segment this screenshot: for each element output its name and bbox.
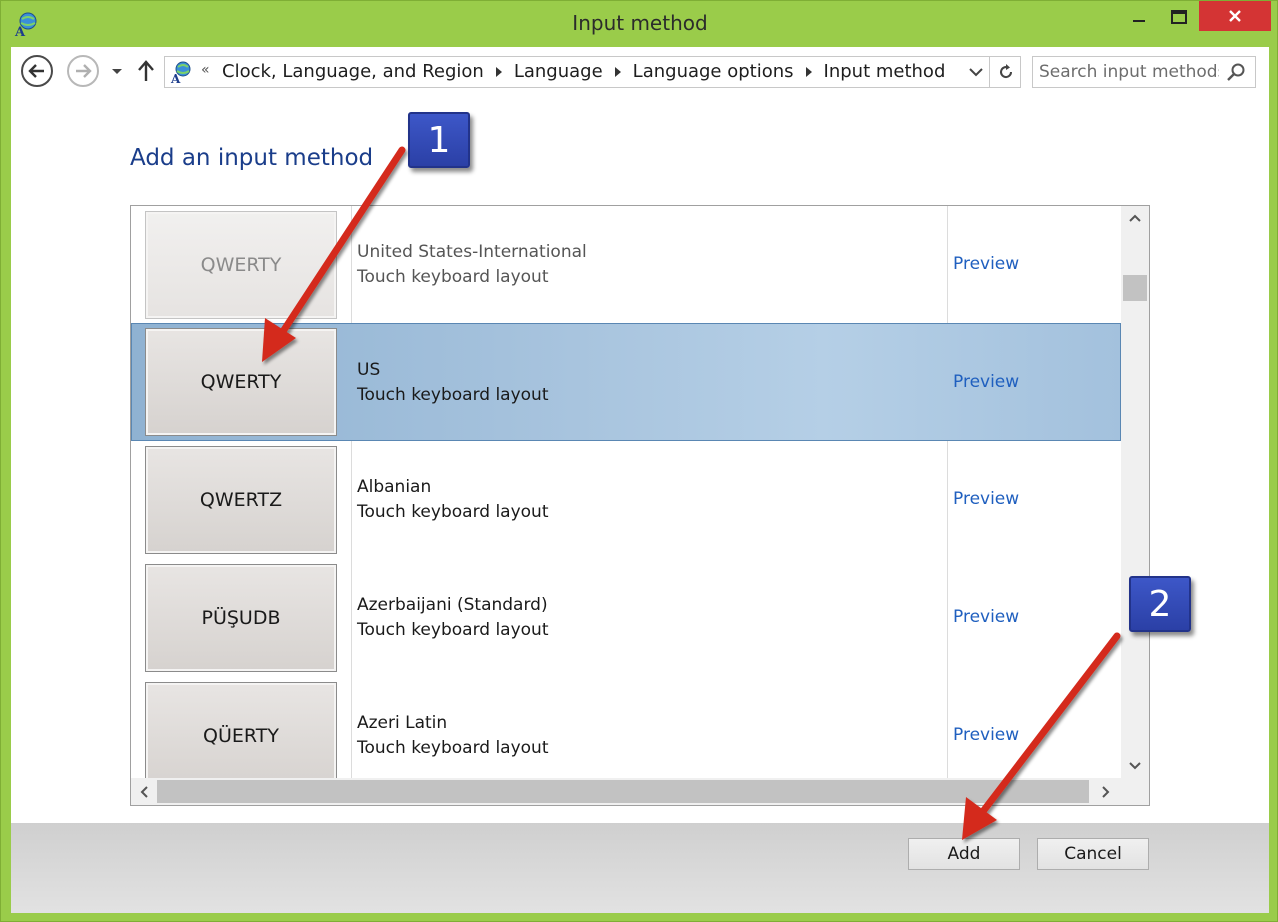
scroll-right-button[interactable] bbox=[1093, 778, 1119, 805]
scroll-left-button[interactable] bbox=[131, 778, 157, 805]
breadcrumb-overflow-icon[interactable]: « bbox=[201, 62, 210, 78]
client-area: A « Clock, Language, and Region Language… bbox=[11, 47, 1269, 913]
list-item-name: United States-International bbox=[357, 242, 587, 262]
step-badge: 2 bbox=[1129, 576, 1191, 632]
step-badge: 1 bbox=[408, 112, 470, 168]
keyboard-layout-thumbnail: PÜŞUDB bbox=[145, 564, 337, 672]
list-item[interactable]: QWERTZ Albanian Touch keyboard layout Pr… bbox=[131, 441, 1121, 559]
minimize-button[interactable] bbox=[1121, 1, 1157, 33]
breadcrumb-item[interactable]: Input method bbox=[824, 61, 946, 82]
search-input[interactable] bbox=[1039, 61, 1219, 83]
address-bar[interactable]: A « Clock, Language, and Region Language… bbox=[164, 56, 1021, 88]
dialog-footer: Add Cancel bbox=[11, 823, 1269, 913]
cancel-button[interactable]: Cancel bbox=[1037, 838, 1149, 870]
list-viewport: QWERTY United States-International Touch… bbox=[131, 206, 1121, 778]
add-button[interactable]: Add bbox=[908, 838, 1020, 870]
maximize-icon bbox=[1171, 10, 1187, 24]
list-item-name: Azeri Latin bbox=[357, 713, 448, 733]
horizontal-scrollbar[interactable] bbox=[131, 778, 1149, 805]
keyboard-layout-thumbnail: QWERTY bbox=[145, 211, 337, 319]
language-globe-icon: A bbox=[170, 61, 191, 84]
keyboard-layout-thumbnail: QWERTZ bbox=[145, 446, 337, 554]
close-button[interactable] bbox=[1199, 1, 1271, 31]
refresh-icon bbox=[999, 64, 1012, 79]
keyboard-layout-thumbnail: QWERTY bbox=[145, 328, 337, 436]
minimize-icon bbox=[1133, 20, 1145, 22]
breadcrumb: Clock, Language, and Region Language Lan… bbox=[222, 61, 945, 82]
preview-link[interactable]: Preview bbox=[953, 725, 1019, 745]
vertical-scrollbar[interactable] bbox=[1121, 206, 1149, 778]
search-icon[interactable] bbox=[1225, 62, 1247, 84]
preview-link[interactable]: Preview bbox=[953, 607, 1019, 627]
chevron-right-icon bbox=[1102, 785, 1110, 798]
list-item[interactable]: QWERTY United States-International Touch… bbox=[131, 206, 1121, 324]
maximize-button[interactable] bbox=[1161, 1, 1197, 33]
list-item-name: Azerbaijani (Standard) bbox=[357, 595, 548, 615]
chevron-left-icon bbox=[140, 785, 148, 798]
navigation-bar: A « Clock, Language, and Region Language… bbox=[11, 47, 1269, 95]
input-method-list: QWERTY United States-International Touch… bbox=[130, 205, 1150, 806]
keyboard-layout-thumbnail: QÜERTY bbox=[145, 682, 337, 778]
scroll-down-button[interactable] bbox=[1121, 754, 1149, 778]
list-item-subtitle: Touch keyboard layout bbox=[357, 738, 549, 758]
page-title: Add an input method bbox=[130, 145, 374, 171]
breadcrumb-item[interactable]: Language bbox=[514, 61, 603, 82]
recent-locations-dropdown-icon[interactable] bbox=[109, 61, 125, 81]
scroll-thumb[interactable] bbox=[157, 780, 1089, 803]
chevron-up-icon bbox=[1129, 214, 1141, 222]
list-item[interactable]: PÜŞUDB Azerbaijani (Standard) Touch keyb… bbox=[131, 559, 1121, 677]
list-item-selected[interactable]: QWERTY US Touch keyboard layout Preview bbox=[131, 323, 1121, 441]
window-frame: A Input method A « Clock, Language, and … bbox=[0, 0, 1278, 922]
forward-button[interactable] bbox=[67, 55, 99, 87]
list-item-subtitle: Touch keyboard layout bbox=[357, 502, 549, 522]
breadcrumb-item[interactable]: Language options bbox=[633, 61, 794, 82]
scroll-up-button[interactable] bbox=[1121, 206, 1149, 230]
svg-text:A: A bbox=[170, 72, 181, 84]
back-arrow-icon bbox=[28, 64, 44, 78]
refresh-button[interactable] bbox=[989, 57, 1021, 87]
breadcrumb-item[interactable]: Clock, Language, and Region bbox=[222, 61, 484, 82]
title-bar[interactable]: A Input method bbox=[1, 1, 1278, 47]
list-item[interactable]: QÜERTY Azeri Latin Touch keyboard layout… bbox=[131, 677, 1121, 778]
back-button[interactable] bbox=[21, 55, 53, 87]
preview-link[interactable]: Preview bbox=[953, 489, 1019, 509]
chevron-down-icon bbox=[1129, 762, 1141, 770]
chevron-down-icon[interactable] bbox=[965, 61, 987, 83]
list-item-name: Albanian bbox=[357, 477, 432, 497]
search-box[interactable] bbox=[1032, 56, 1256, 88]
window-title: Input method bbox=[572, 11, 708, 35]
forward-arrow-icon bbox=[76, 64, 92, 78]
breadcrumb-separator-icon[interactable] bbox=[495, 66, 502, 77]
list-item-subtitle: Touch keyboard layout bbox=[357, 620, 549, 640]
breadcrumb-separator-icon[interactable] bbox=[805, 66, 812, 77]
preview-link[interactable]: Preview bbox=[953, 254, 1019, 274]
preview-link[interactable]: Preview bbox=[953, 372, 1019, 392]
close-icon bbox=[1229, 10, 1241, 22]
up-arrow-icon[interactable] bbox=[135, 59, 157, 83]
list-item-subtitle: Touch keyboard layout bbox=[357, 385, 549, 405]
list-item-subtitle: Touch keyboard layout bbox=[357, 267, 549, 287]
breadcrumb-separator-icon[interactable] bbox=[614, 66, 621, 77]
scroll-thumb[interactable] bbox=[1123, 275, 1147, 301]
list-item-name: US bbox=[357, 360, 381, 380]
